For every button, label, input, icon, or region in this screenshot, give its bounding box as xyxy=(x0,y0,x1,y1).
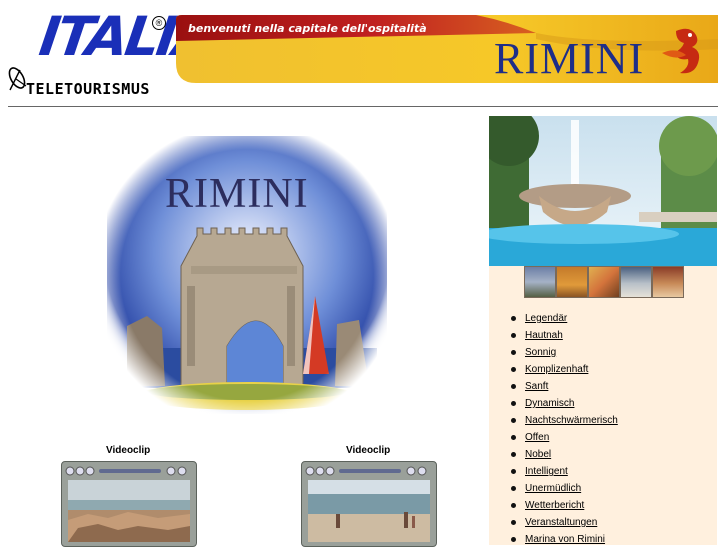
nav-link-hautnah[interactable]: Hautnah xyxy=(525,330,563,341)
list-item: Sanft xyxy=(489,378,618,395)
banner-city-name: RIMINI xyxy=(494,34,645,83)
list-item: Komplizenhaft xyxy=(489,361,618,378)
nav-link-komplizenhaft[interactable]: Komplizenhaft xyxy=(525,364,588,375)
nav-link-offen[interactable]: Offen xyxy=(525,432,549,443)
fountain-photo xyxy=(489,116,717,266)
navigation-panel: Legendär Hautnah Sonnig Komplizenhaft Sa… xyxy=(489,266,717,545)
thumbnail-4[interactable] xyxy=(620,266,652,298)
thumbnail-1[interactable] xyxy=(524,266,556,298)
videoclip-label-1: Videoclip xyxy=(106,445,151,456)
list-item: Dynamisch xyxy=(489,395,618,412)
nav-link-legendar[interactable]: Legendär xyxy=(525,313,567,324)
thumbnail-strip xyxy=(524,266,684,298)
list-item: Intelligent xyxy=(489,463,618,480)
video-preview-beach[interactable] xyxy=(308,480,430,542)
list-item: Marina von Rimini xyxy=(489,531,618,548)
rimini-banner[interactable]: benvenuti nella capitale dell'ospitalità… xyxy=(176,15,718,83)
list-item: Offen xyxy=(489,429,618,446)
logo-teletourismus-text: TELETOURISMUS xyxy=(26,80,150,98)
list-item: Wetterbericht xyxy=(489,497,618,514)
header: ITALIA ® TELETOURISMUS benvenuti nella c… xyxy=(0,0,727,104)
nav-link-marina-von-rimini[interactable]: Marina von Rimini xyxy=(525,534,605,545)
main-photo-title: RIMINI xyxy=(165,171,309,217)
list-item: Nobel xyxy=(489,446,618,463)
nav-link-sanft[interactable]: Sanft xyxy=(525,381,548,392)
list-item: Sonnig xyxy=(489,344,618,361)
list-item: Legendär xyxy=(489,310,618,327)
nav-link-sonnig[interactable]: Sonnig xyxy=(525,347,556,358)
videoclip-player-1[interactable] xyxy=(61,461,197,547)
player-controls[interactable] xyxy=(65,464,191,478)
list-item: Nachtschwärmerisch xyxy=(489,412,618,429)
video-preview-town[interactable] xyxy=(68,480,190,542)
nav-link-unermudlich[interactable]: Unermüdlich xyxy=(525,483,581,494)
nav-link-wetterbericht[interactable]: Wetterbericht xyxy=(525,500,584,511)
nav-link-veranstaltungen[interactable]: Veranstaltungen xyxy=(525,517,597,528)
italia-teletourismus-logo[interactable]: ITALIA ® TELETOURISMUS xyxy=(6,5,217,100)
list-item: Unermüdlich xyxy=(489,480,618,497)
nav-link-intelligent[interactable]: Intelligent xyxy=(525,466,568,477)
player-controls[interactable] xyxy=(305,464,431,478)
videoclip-label-2: Videoclip xyxy=(346,445,391,456)
banner-slogan: benvenuti nella capitale dell'ospitalità xyxy=(188,22,427,35)
red-seahorse-mascot-icon xyxy=(662,28,700,74)
header-divider xyxy=(8,106,718,107)
registered-mark: ® xyxy=(152,16,166,30)
nav-link-nobel[interactable]: Nobel xyxy=(525,449,551,460)
nav-link-dynamisch[interactable]: Dynamisch xyxy=(525,398,574,409)
thumbnail-2[interactable] xyxy=(556,266,588,298)
thumbnail-5[interactable] xyxy=(652,266,684,298)
list-item: Veranstaltungen xyxy=(489,514,618,531)
thumbnail-3[interactable] xyxy=(588,266,620,298)
nav-link-nachtschwarmerisch[interactable]: Nachtschwärmerisch xyxy=(525,415,618,426)
rimini-arch-photo: RIMINI xyxy=(107,136,387,414)
nav-list: Legendär Hautnah Sonnig Komplizenhaft Sa… xyxy=(489,310,618,548)
list-item: Hautnah xyxy=(489,327,618,344)
videoclip-player-2[interactable] xyxy=(301,461,437,547)
